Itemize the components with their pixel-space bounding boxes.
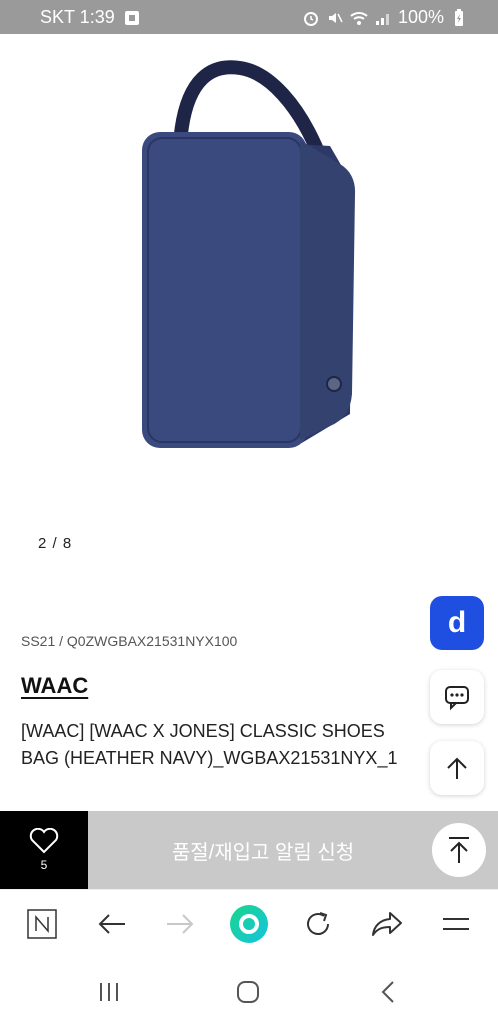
season-code: SS21 / Q0ZWGBAX21531NYX100 bbox=[21, 633, 238, 649]
arrow-left-icon bbox=[98, 914, 125, 934]
status-right: 100% bbox=[302, 7, 468, 28]
alarm-icon bbox=[303, 11, 318, 26]
battery-icon bbox=[455, 8, 463, 26]
status-left: SKT 1:39 bbox=[40, 7, 141, 28]
like-button[interactable]: 5 bbox=[0, 811, 88, 889]
product-image[interactable] bbox=[0, 34, 498, 514]
d-app-button[interactable]: d bbox=[430, 596, 484, 650]
scroll-up-button[interactable] bbox=[430, 741, 484, 795]
chat-button[interactable] bbox=[430, 670, 484, 724]
recent-apps-icon bbox=[100, 983, 118, 1001]
system-nav-bar bbox=[0, 957, 498, 1024]
arrow-up-icon bbox=[447, 757, 467, 779]
battery-percent: 100% bbox=[397, 7, 444, 27]
wifi-icon bbox=[350, 11, 368, 25]
share-button[interactable] bbox=[367, 904, 407, 944]
signal-icon bbox=[375, 13, 389, 25]
menu-button[interactable] bbox=[436, 904, 476, 944]
arrow-right-icon bbox=[167, 914, 194, 934]
screenshot-icon bbox=[124, 10, 139, 25]
home-button[interactable] bbox=[233, 977, 263, 1007]
scroll-top-icon bbox=[449, 837, 469, 863]
brand-link[interactable]: WAAC bbox=[21, 673, 88, 699]
restock-label: 품절/재입고 알림 신청 bbox=[171, 841, 355, 864]
refresh-button[interactable] bbox=[298, 904, 338, 944]
action-bar: 5 품절/재입고 알림 신청 bbox=[0, 811, 498, 889]
back-button[interactable] bbox=[92, 904, 132, 944]
green-dot-icon bbox=[230, 905, 268, 943]
browser-toolbar bbox=[0, 889, 498, 957]
naver-home-button[interactable] bbox=[22, 904, 62, 944]
shoe-bag-image bbox=[142, 60, 356, 448]
image-pager: 2 / 8 bbox=[38, 535, 73, 552]
heart-icon bbox=[29, 828, 59, 854]
chat-icon bbox=[445, 686, 469, 711]
naver-green-dot-button[interactable] bbox=[229, 904, 269, 944]
home-icon bbox=[237, 981, 259, 1003]
system-back-button[interactable] bbox=[373, 977, 403, 1007]
carrier-time: SKT 1:39 bbox=[40, 7, 115, 27]
refresh-icon bbox=[307, 912, 329, 935]
mute-icon bbox=[328, 12, 343, 23]
hamburger-icon bbox=[443, 918, 469, 930]
like-count: 5 bbox=[40, 858, 48, 872]
chevron-left-icon bbox=[381, 981, 394, 1003]
share-arrow-icon bbox=[372, 912, 402, 936]
recent-apps-button[interactable] bbox=[94, 977, 124, 1007]
d-logo-label: d bbox=[447, 606, 467, 639]
forward-button[interactable] bbox=[160, 904, 200, 944]
scroll-top-button[interactable] bbox=[432, 823, 486, 877]
status-bar: SKT 1:39 100% bbox=[0, 0, 498, 34]
naver-n-icon bbox=[27, 909, 57, 939]
product-title: [WAAC] [WAAC X JONES] CLASSIC SHOES BAG … bbox=[21, 721, 398, 768]
